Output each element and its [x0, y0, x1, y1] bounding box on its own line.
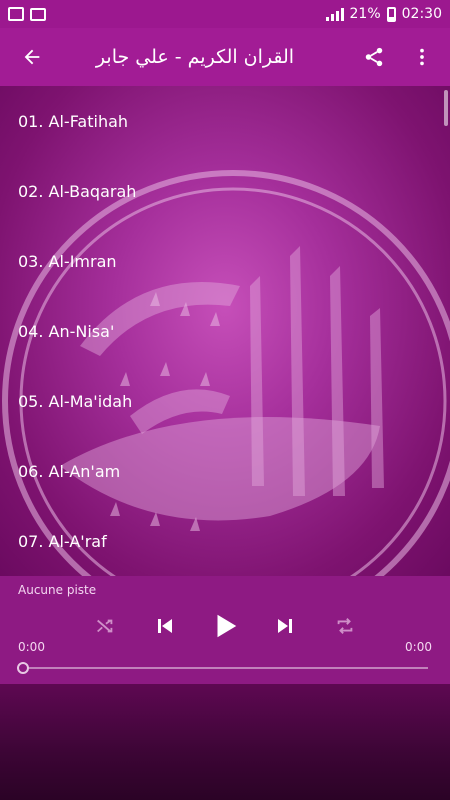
play-button[interactable]: [208, 609, 242, 643]
track-label: 04. An-Nisa': [18, 321, 115, 341]
signal-icon: [325, 7, 344, 21]
track-item[interactable]: 05. Al-Ma'idah: [0, 366, 450, 436]
repeat-button[interactable]: [328, 609, 362, 643]
track-list: 01. Al-Fatihah 02. Al-Baqarah 03. Al-Imr…: [0, 86, 450, 576]
track-label: 02. Al-Baqarah: [18, 181, 137, 201]
track-item[interactable]: 07. Al-A'raf: [0, 506, 450, 576]
track-label: 06. Al-An'am: [18, 461, 121, 481]
track-item[interactable]: 06. Al-An'am: [0, 436, 450, 506]
overflow-menu-button[interactable]: [402, 37, 442, 77]
status-bar: 21% 02:30: [0, 0, 450, 28]
skip-previous-icon: [158, 619, 172, 633]
toolbar-actions: [354, 37, 442, 77]
more-vert-icon: [420, 48, 424, 66]
battery-percent: 21%: [349, 6, 381, 22]
clock: 02:30: [401, 6, 442, 22]
track-item[interactable]: 03. Al-Imran: [0, 226, 450, 296]
track-label: 05. Al-Ma'idah: [18, 391, 133, 411]
track-label: 03. Al-Imran: [18, 251, 117, 271]
shuffle-icon: [97, 619, 113, 633]
player-panel: Aucune piste 0:00 0:00: [0, 576, 450, 684]
player-controls: [0, 606, 450, 646]
bottom-background: [0, 684, 450, 800]
scrollbar-thumb[interactable]: [444, 90, 448, 126]
status-left: [8, 7, 46, 21]
share-button[interactable]: [354, 37, 394, 77]
page-title: القران الكريم - علي جابر: [95, 46, 295, 68]
seek-bar[interactable]: [17, 662, 428, 674]
skip-next-icon: [278, 619, 292, 633]
total-time: 0:00: [405, 640, 432, 654]
next-button[interactable]: [268, 609, 302, 643]
back-arrow-icon: [24, 49, 40, 65]
elapsed-time: 0:00: [18, 640, 45, 654]
track-list-area[interactable]: 01. Al-Fatihah 02. Al-Baqarah 03. Al-Imr…: [0, 86, 450, 576]
toolbar: القران الكريم - علي جابر: [0, 28, 450, 86]
track-label: 07. Al-A'raf: [18, 531, 107, 551]
shuffle-button[interactable]: [88, 609, 122, 643]
track-label: 01. Al-Fatihah: [18, 111, 129, 131]
repeat-icon: [337, 618, 353, 634]
share-icon: [365, 47, 383, 67]
battery-icon: [386, 6, 396, 22]
previous-button[interactable]: [148, 609, 182, 643]
track-item[interactable]: 01. Al-Fatihah: [0, 86, 450, 156]
status-right: 21% 02:30: [325, 6, 442, 22]
image-notification-icon: [30, 7, 46, 21]
track-item[interactable]: 04. An-Nisa': [0, 296, 450, 366]
seek-knob[interactable]: [17, 662, 29, 674]
play-icon: [217, 614, 237, 638]
now-playing-label: Aucune piste: [18, 583, 97, 597]
track-item[interactable]: 02. Al-Baqarah: [0, 156, 450, 226]
back-button[interactable]: [8, 33, 56, 81]
notification-icon: [8, 7, 24, 21]
